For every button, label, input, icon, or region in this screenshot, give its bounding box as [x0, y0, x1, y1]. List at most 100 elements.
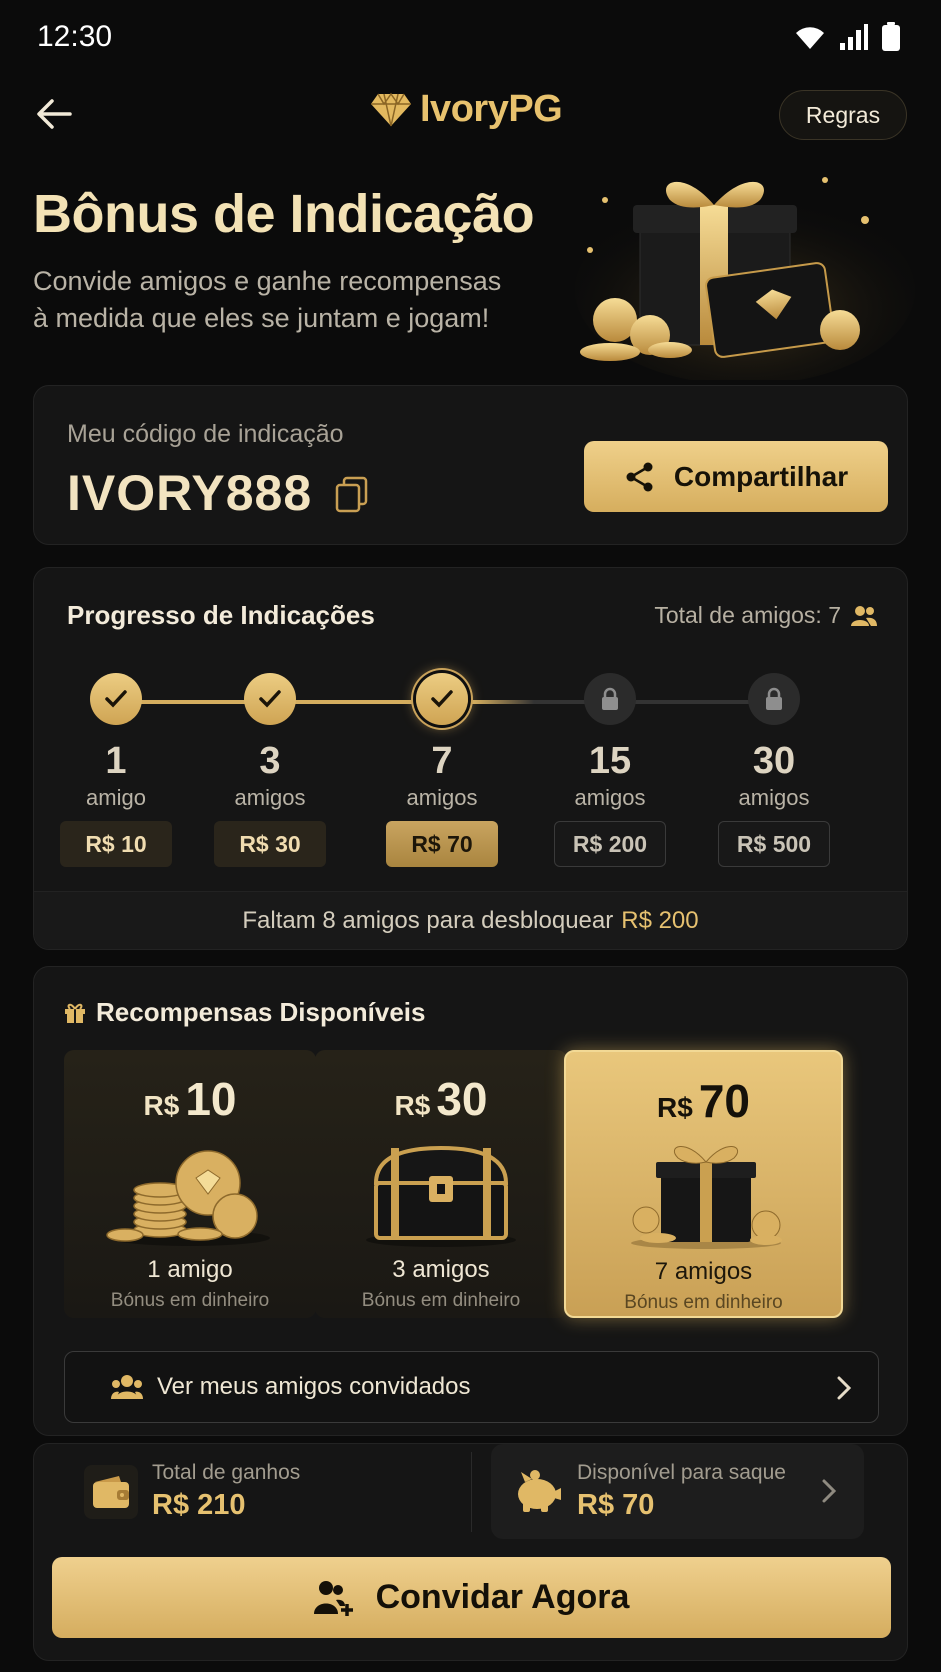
reward-tile-70[interactable]: R$ 70 7 amigos Bónus em dinheiro — [564, 1050, 843, 1318]
wifi-icon — [796, 27, 824, 49]
reward-type: Bónus em dinheiro — [624, 1292, 783, 1313]
rules-button[interactable]: Regras — [779, 90, 907, 140]
progress-title: Progresso de Indicações — [67, 600, 375, 630]
earnings-card: Total de ganhos R$ 210 Disponível para s… — [33, 1443, 908, 1661]
view-invited-friends-button[interactable]: Ver meus amigos convidados — [64, 1351, 879, 1423]
invite-now-button[interactable]: Convidar Agora — [52, 1557, 891, 1638]
reward-tile-10[interactable]: R$ 10 1 amigo Bónus em dinheiro — [64, 1050, 316, 1318]
milestone-check — [90, 673, 142, 725]
milestone-locked — [584, 673, 636, 725]
share-icon — [626, 462, 653, 491]
milestone-check-current — [416, 673, 468, 725]
referral-progress-card: Progresso de Indicações Total de amigos:… — [33, 567, 908, 950]
withdraw-available-button[interactable]: Disponível para saque R$ 70 — [491, 1444, 864, 1539]
treasure-chest-icon — [366, 1145, 516, 1247]
reward-value: 70 — [698, 1075, 750, 1127]
reward-currency: R$ — [394, 1090, 431, 1121]
milestone-unit: amigo — [86, 785, 146, 810]
copy-icon[interactable] — [334, 476, 370, 514]
withdraw-label: Disponível para saque — [577, 1461, 786, 1484]
status-bar: 12:30 — [0, 0, 941, 70]
total-friends: Total de amigos: 7 — [654, 602, 877, 629]
milestone-7: 7 amigos R$ 70 — [377, 673, 507, 867]
lock-icon — [602, 687, 618, 710]
users-icon — [111, 1375, 143, 1399]
reward-friends: 7 amigos — [654, 1258, 753, 1285]
share-button-label: Compartilhar — [673, 460, 849, 492]
milestone-count: 1 — [105, 740, 127, 782]
available-rewards-card: Recompensas Disponíveis R$ 10 1 amigo Bó… — [33, 966, 908, 1436]
reward-type: Bónus em dinheiro — [110, 1290, 270, 1311]
gift-icon — [65, 1003, 85, 1023]
progress-footer-text: Faltam 8 amigos para desbloquear — [242, 906, 614, 934]
milestone-reward: R$ 70 — [386, 821, 498, 867]
milestone-reward: R$ 200 — [554, 821, 666, 867]
brand-name: IvoryPG — [420, 88, 563, 130]
battery-icon — [882, 22, 900, 51]
milestone-check — [244, 673, 296, 725]
gift-box-illustration — [575, 177, 915, 380]
milestone-unit: amigos — [406, 785, 478, 810]
users-icon — [851, 605, 877, 626]
progress-footer-highlight: R$ 200 — [621, 906, 699, 934]
signal-icon — [840, 24, 868, 50]
check-icon — [105, 690, 127, 708]
referral-code-label: Meu código de indicação — [67, 420, 344, 448]
reward-type: Bónus em dinheiro — [361, 1290, 521, 1311]
milestone-count: 15 — [588, 740, 632, 782]
milestone-30: 30 amigos R$ 500 — [709, 673, 839, 867]
withdraw-available: Disponível para saque R$ 70 — [513, 1444, 786, 1539]
total-earnings-text: Total de ganhos R$ 210 — [152, 1461, 300, 1522]
total-earnings-label: Total de ganhos — [152, 1461, 301, 1484]
share-button[interactable]: Compartilhar — [584, 441, 888, 512]
milestone-reward: R$ 30 — [214, 821, 326, 867]
brand-logo: IvoryPG — [370, 88, 563, 131]
reward-tile-30[interactable]: R$ 30 3 amigos Bónus em dinheiro — [315, 1050, 567, 1318]
total-friends-label: Total de amigos: 7 — [654, 602, 841, 628]
wallet-icon — [93, 1475, 129, 1508]
withdraw-value: R$ 70 — [577, 1489, 655, 1521]
chevron-right-icon — [822, 1479, 837, 1503]
milestone-3: 3 amigos R$ 30 — [205, 673, 335, 867]
gift-box-icon — [631, 1146, 782, 1249]
app-bar: IvoryPG Regras — [0, 80, 941, 150]
reward-currency: R$ — [143, 1090, 180, 1121]
reward-friends: 3 amigos — [392, 1256, 490, 1283]
reward-amount: R$ 70 — [566, 1074, 841, 1128]
check-icon — [259, 690, 281, 708]
status-time: 12:30 — [37, 20, 113, 53]
add-user-icon — [313, 1580, 353, 1616]
earnings-divider — [471, 1452, 472, 1532]
invite-now-label: Convidar Agora — [375, 1578, 630, 1616]
view-friends-label: Ver meus amigos convidados — [157, 1373, 471, 1400]
milestone-reward: R$ 500 — [718, 821, 830, 867]
referral-code-value: IVORY888 — [67, 465, 313, 521]
rewards-title: Recompensas Disponíveis — [64, 997, 425, 1028]
milestone-1: 1 amigo R$ 10 — [51, 673, 181, 867]
gold-coins-icon — [106, 1150, 270, 1246]
milestone-count: 3 — [259, 740, 281, 782]
check-icon — [431, 690, 453, 708]
reward-amount: R$ 10 — [64, 1072, 316, 1126]
milestone-locked — [748, 673, 800, 725]
milestone-unit: amigos — [574, 785, 646, 810]
chevron-right-icon — [837, 1376, 852, 1400]
reward-currency: R$ — [657, 1092, 693, 1123]
wallet-icon-box — [84, 1464, 138, 1519]
milestone-count: 30 — [752, 740, 796, 782]
page-subtitle: Convide amigos e ganhe recompensas à med… — [33, 263, 553, 337]
status-icons — [793, 22, 901, 52]
arrow-left-icon — [37, 99, 72, 129]
withdraw-text: Disponível para saque R$ 70 — [577, 1461, 786, 1522]
milestone-unit: amigos — [234, 785, 306, 810]
subtitle-line-1: Convide amigos e ganhe recompensas — [33, 266, 502, 296]
total-earnings-value: R$ 210 — [152, 1489, 246, 1521]
milestone-15: 15 amigos R$ 200 — [545, 673, 675, 867]
total-earnings: Total de ganhos R$ 210 — [84, 1444, 300, 1539]
reward-amount: R$ 30 — [315, 1072, 567, 1126]
page-title: Bônus de Indicação — [33, 184, 535, 244]
milestone-reward: R$ 10 — [60, 821, 172, 867]
referral-code-card: Meu código de indicação IVORY888 Compart… — [33, 385, 908, 545]
back-button[interactable] — [32, 92, 76, 136]
reward-value: 30 — [436, 1073, 488, 1125]
